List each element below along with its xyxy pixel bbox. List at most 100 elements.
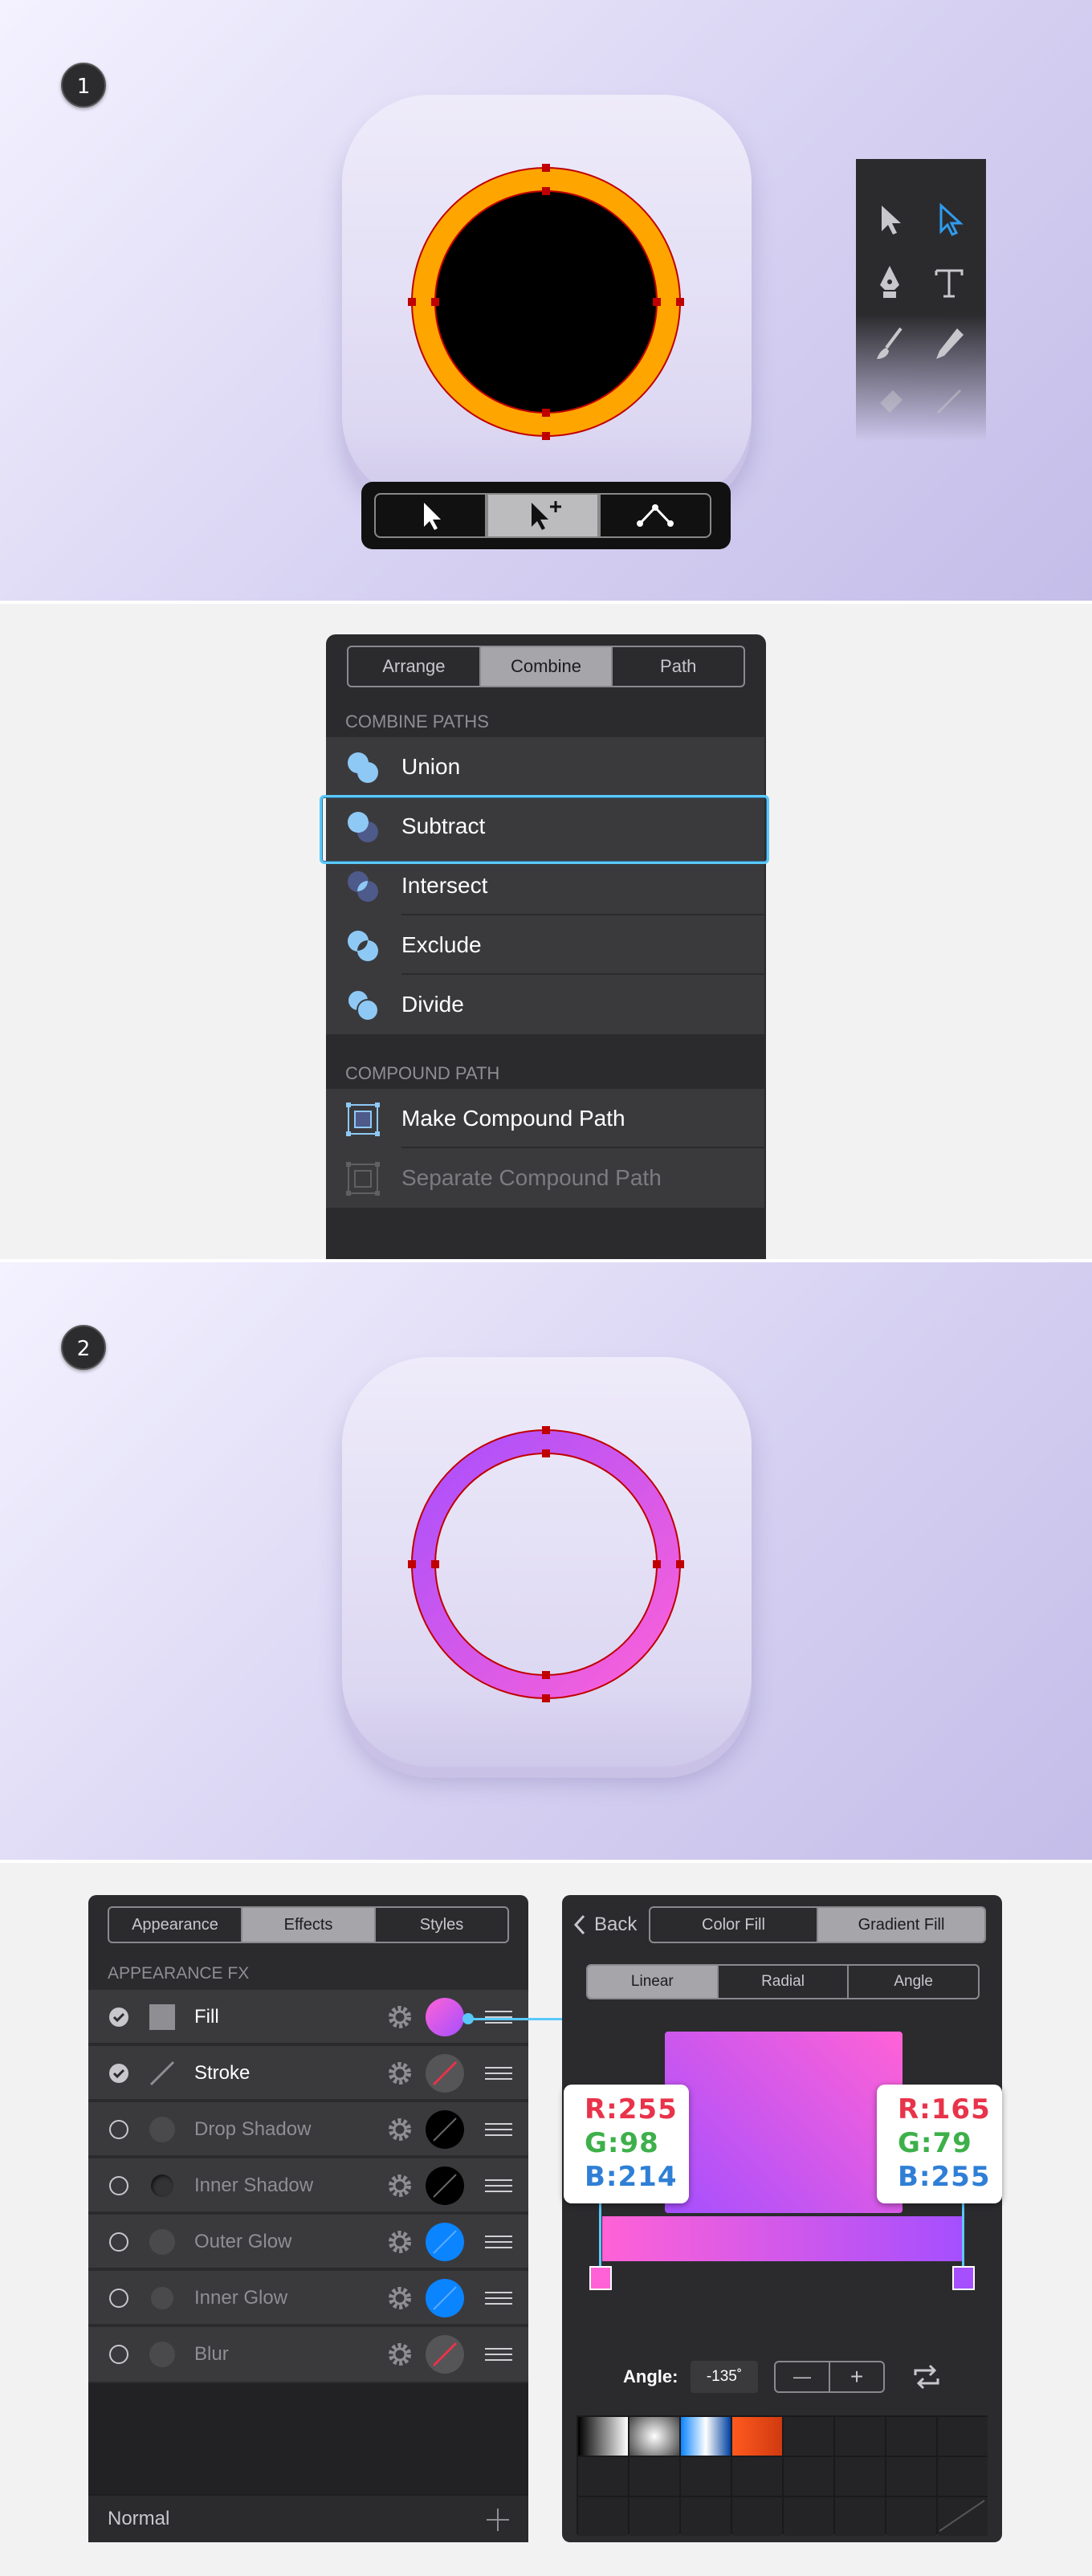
node-add-icon[interactable] [487, 493, 599, 538]
inner-shadow-settings-gear-icon[interactable] [387, 2173, 413, 2199]
blur-none-swatch[interactable] [426, 2335, 464, 2374]
fill-reorder-icon[interactable] [485, 2011, 512, 2024]
intersect-item[interactable]: Intersect [326, 856, 764, 915]
inner-shadow-reorder-icon[interactable] [485, 2179, 512, 2192]
preset-empty[interactable] [578, 2457, 628, 2496]
outer-glow-enabled-checkbox[interactable] [109, 2232, 128, 2252]
separate-compound-path-item[interactable]: Separate Compound Path [326, 1148, 764, 1208]
brush-tool-icon[interactable] [866, 320, 914, 368]
step-number-badge: 1 [61, 63, 106, 108]
preset-empty[interactable] [732, 2497, 782, 2536]
back-button[interactable]: Back [572, 1906, 637, 1943]
pencil-tool-icon[interactable] [925, 320, 973, 368]
preset-empty[interactable] [732, 2457, 782, 2496]
preset-empty[interactable] [835, 2497, 885, 2536]
ring-shape[interactable] [406, 162, 686, 442]
tab-gradient-fill[interactable]: Gradient Fill [818, 1908, 984, 1942]
tab-angle[interactable]: Angle [849, 1966, 978, 1998]
angle-increment-button[interactable]: + [830, 2362, 883, 2391]
preset-blue[interactable] [681, 2417, 731, 2456]
pen-tool-icon[interactable] [866, 259, 914, 307]
path-node-icon[interactable] [599, 493, 711, 538]
preset-empty[interactable] [886, 2457, 936, 2496]
blur-settings-gear-icon[interactable] [387, 2342, 413, 2367]
drop-shadow-label: Drop Shadow [194, 2118, 312, 2140]
preset-empty[interactable] [784, 2457, 833, 2496]
blur-enabled-checkbox[interactable] [109, 2345, 128, 2364]
preset-empty[interactable] [835, 2457, 885, 2496]
fx-row-outer-glow[interactable]: Outer Glow [88, 2215, 528, 2269]
fill-settings-gear-icon[interactable] [387, 2004, 413, 2030]
preset-empty[interactable] [938, 2417, 988, 2456]
inner-glow-reorder-icon[interactable] [485, 2292, 512, 2305]
drop-shadow-black-swatch[interactable] [426, 2110, 464, 2149]
text-tool-icon[interactable] [925, 259, 973, 307]
stroke-enabled-checkbox[interactable] [109, 2064, 128, 2083]
tab-combine[interactable]: Combine [480, 647, 613, 686]
preset-radial-white[interactable] [630, 2417, 679, 2456]
tab-arrange[interactable]: Arrange [348, 647, 481, 686]
outer-glow-settings-gear-icon[interactable] [387, 2229, 413, 2255]
tab-effects[interactable]: Effects [242, 1908, 376, 1942]
add-effect-plus-icon[interactable] [487, 2509, 509, 2531]
angle-decrement-button[interactable]: — [776, 2362, 830, 2391]
gradient-ramp[interactable] [602, 2216, 962, 2261]
preset-empty[interactable] [886, 2417, 936, 2456]
preset-empty[interactable] [681, 2457, 731, 2496]
fx-row-inner-glow[interactable]: Inner Glow [88, 2271, 528, 2325]
tab-styles[interactable]: Styles [376, 1908, 507, 1942]
tab-path[interactable]: Path [613, 647, 744, 686]
left-color-stop[interactable] [589, 2266, 612, 2290]
stroke-none-swatch[interactable] [426, 2054, 464, 2093]
preset-empty[interactable] [630, 2497, 679, 2536]
inner-shadow-black-swatch[interactable] [426, 2166, 464, 2205]
inner-glow-settings-gear-icon[interactable] [387, 2285, 413, 2311]
angle-value-field[interactable]: -135˚ [691, 2361, 758, 2393]
preset-empty[interactable] [784, 2417, 833, 2456]
outer-glow-reorder-icon[interactable] [485, 2236, 512, 2248]
move-icon[interactable] [374, 493, 487, 538]
fx-row-blur[interactable]: Blur [88, 2327, 528, 2382]
inner-glow-blue-swatch[interactable] [426, 2279, 464, 2317]
preset-empty[interactable] [681, 2497, 731, 2536]
fill-enabled-checkbox[interactable] [109, 2007, 128, 2027]
blur-reorder-icon[interactable] [485, 2348, 512, 2361]
fx-row-inner-shadow[interactable]: Inner Shadow [88, 2158, 528, 2213]
fx-row-drop-shadow[interactable]: Drop Shadow [88, 2102, 528, 2157]
preset-empty[interactable] [835, 2417, 885, 2456]
blend-mode-label[interactable]: Normal [108, 2496, 169, 2542]
preset-empty[interactable] [630, 2457, 679, 2496]
preset-black-white[interactable] [578, 2417, 628, 2456]
exclude-item[interactable]: Exclude [326, 915, 764, 975]
outer-glow-blue-swatch[interactable] [426, 2223, 464, 2261]
line-tool-icon[interactable] [925, 377, 973, 426]
gradient-ring-shape[interactable] [406, 1425, 686, 1704]
tab-appearance[interactable]: Appearance [109, 1908, 242, 1942]
fx-row-stroke[interactable]: Stroke [88, 2046, 528, 2101]
drop-shadow-enabled-checkbox[interactable] [109, 2120, 128, 2139]
union-item[interactable]: Union [326, 737, 764, 797]
inner-shadow-enabled-checkbox[interactable] [109, 2176, 128, 2195]
inner-glow-enabled-checkbox[interactable] [109, 2289, 128, 2308]
preset-empty[interactable] [578, 2497, 628, 2536]
drop-shadow-settings-gear-icon[interactable] [387, 2117, 413, 2142]
tab-radial[interactable]: Radial [719, 1966, 850, 1998]
tab-color-fill[interactable]: Color Fill [650, 1908, 818, 1942]
eraser-tool-icon[interactable] [866, 377, 914, 426]
move-tool-icon[interactable] [866, 196, 914, 244]
drop-shadow-reorder-icon[interactable] [485, 2123, 512, 2136]
preset-empty[interactable] [886, 2497, 936, 2536]
preset-empty[interactable] [938, 2457, 988, 2496]
stroke-settings-gear-icon[interactable] [387, 2060, 413, 2086]
stroke-reorder-icon[interactable] [485, 2067, 512, 2080]
tab-linear[interactable]: Linear [588, 1966, 719, 1998]
preset-add[interactable] [938, 2497, 988, 2536]
reverse-gradient-icon[interactable] [911, 2364, 943, 2390]
preset-orange[interactable] [732, 2417, 782, 2456]
fill-gradient-swatch[interactable] [426, 1998, 464, 2036]
node-tool-icon[interactable] [925, 196, 973, 244]
preset-empty[interactable] [784, 2497, 833, 2536]
right-color-stop[interactable] [952, 2266, 975, 2290]
divide-item[interactable]: Divide [326, 975, 764, 1034]
make-compound-path-item[interactable]: Make Compound Path [326, 1089, 764, 1148]
